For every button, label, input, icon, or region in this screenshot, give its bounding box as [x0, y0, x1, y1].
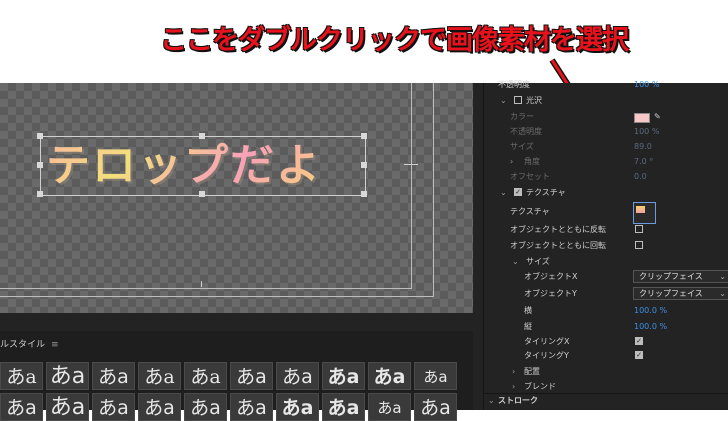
tiling-y-checkbox[interactable]: ✓ — [635, 351, 643, 359]
tiling-y-row: タイリングY ✓ — [524, 351, 643, 360]
style-swatch[interactable]: あa — [322, 393, 365, 421]
width-value[interactable]: 100.0 % — [634, 304, 667, 318]
effect-controls-panel: 不透明度 100 % ⌄ 光沢 カラー ✎ 不透明度 100 % サイズ 89.… — [483, 80, 728, 410]
transform-handle[interactable] — [361, 162, 367, 168]
hamburger-icon[interactable]: ≡ — [51, 340, 59, 350]
texture-checkbox[interactable]: ✓ — [514, 188, 522, 196]
object-x-row: オブジェクトX クリップフェイス ⌄ — [484, 270, 728, 284]
style-swatch[interactable]: あa — [368, 393, 411, 421]
chevron-down-icon[interactable]: ⌄ — [488, 394, 495, 408]
style-swatch[interactable]: あa — [184, 362, 227, 390]
color-swatch[interactable] — [634, 113, 650, 123]
styles-panel: ルスタイル ≡ あa あa あa あa あa あa あa あa あa あa あa … — [0, 331, 473, 421]
gloss-color-row: カラー ✎ — [484, 110, 728, 124]
style-swatch[interactable]: あa — [0, 362, 43, 390]
style-swatch[interactable]: あa — [414, 362, 457, 390]
style-swatch[interactable]: あa — [46, 393, 89, 421]
blend-row: › ブレンド — [484, 380, 728, 394]
style-swatch[interactable]: あa — [368, 362, 411, 390]
guide-tick — [404, 164, 418, 165]
style-swatch[interactable]: あa — [0, 393, 43, 421]
transform-handle[interactable] — [37, 162, 43, 168]
style-swatch[interactable]: あa — [276, 393, 319, 421]
eyedropper-icon[interactable]: ✎ — [654, 110, 661, 124]
object-y-row: オブジェクトY クリップフェイス ⌄ — [484, 287, 728, 301]
gloss-opacity-row: 不透明度 100 % — [510, 127, 660, 136]
height-row: 縦 100.0 % — [484, 320, 728, 334]
style-swatch-row: あa あa あa あa あa あa あa あa あa あa — [0, 362, 457, 390]
styles-panel-title: ルスタイル ≡ — [0, 340, 59, 350]
chevron-right-icon[interactable]: › — [510, 155, 513, 169]
style-swatch[interactable]: あa — [92, 393, 135, 421]
flip-with-object-checkbox[interactable] — [635, 225, 643, 233]
chevron-down-icon[interactable]: ⌄ — [500, 186, 507, 200]
height-value[interactable]: 100.0 % — [634, 320, 667, 334]
style-swatch-row: あa あa あa あa あa あa あa あa あa あa — [0, 393, 457, 421]
flip-with-object-row: オブジェクトとともに反転 — [484, 223, 728, 237]
opacity-row: 不透明度 100 % — [484, 78, 728, 92]
placement-row: › 配置 — [484, 365, 728, 379]
rotate-with-object-row: オブジェクトとともに回転 — [484, 239, 728, 253]
transform-handle[interactable] — [199, 191, 205, 197]
chevron-down-icon[interactable]: ⌄ — [500, 94, 507, 108]
width-row: 横 100.0 % — [484, 304, 728, 318]
transform-handle[interactable] — [361, 191, 367, 197]
chevron-down-icon[interactable]: ⌄ — [512, 255, 519, 269]
style-swatch[interactable]: あa — [46, 362, 89, 390]
size-section-row: ⌄ サイズ — [484, 255, 728, 269]
program-monitor[interactable]: テロップだよ テロップだよ — [0, 83, 473, 313]
transform-handle[interactable] — [37, 191, 43, 197]
transform-handle[interactable] — [199, 133, 205, 139]
gloss-size-row: サイズ 89.0 — [510, 142, 652, 151]
tiling-x-checkbox[interactable]: ✓ — [635, 337, 643, 345]
style-swatch[interactable]: あa — [184, 393, 227, 421]
style-swatch[interactable]: あa — [414, 393, 457, 421]
selection-box[interactable] — [40, 136, 366, 196]
premiere-window: テロップだよ テロップだよ ルスタイル≡ あa あa あa あa あa あa あ… — [0, 80, 728, 421]
transform-handle[interactable] — [37, 133, 43, 139]
style-swatch[interactable]: あa — [322, 362, 365, 390]
tiling-x-row: タイリングX ✓ — [524, 337, 643, 346]
stroke-row: ⌄ ストローク — [484, 394, 728, 408]
texture-image — [636, 206, 645, 213]
guide-tick — [201, 281, 202, 287]
texture-row: ⌄ ✓ テクスチャ — [484, 186, 728, 200]
chevron-down-icon: ⌄ — [719, 272, 726, 281]
gloss-offset-row: オフセット 0.0 — [510, 172, 647, 181]
object-x-dropdown[interactable]: クリップフェイス ⌄ — [633, 270, 728, 283]
texture-field-row: テクスチャ — [484, 202, 728, 224]
rotate-with-object-checkbox[interactable] — [635, 241, 643, 249]
gloss-checkbox[interactable] — [514, 96, 522, 104]
style-swatch[interactable]: あa — [138, 362, 181, 390]
transform-handle[interactable] — [361, 133, 367, 139]
object-y-dropdown[interactable]: クリップフェイス ⌄ — [633, 287, 728, 300]
chevron-right-icon[interactable]: › — [512, 365, 515, 379]
style-swatch[interactable]: あa — [230, 362, 273, 390]
style-swatch[interactable]: あa — [138, 393, 181, 421]
style-swatch[interactable]: あa — [276, 362, 319, 390]
gloss-row: ⌄ 光沢 — [484, 94, 728, 108]
chevron-down-icon: ⌄ — [719, 289, 726, 298]
style-swatch[interactable]: あa — [92, 362, 135, 390]
gloss-angle-row: › 角度 7.0 ° — [484, 155, 728, 169]
chevron-right-icon[interactable]: › — [512, 380, 515, 394]
opacity-value[interactable]: 100 % — [634, 78, 659, 92]
texture-thumbnail[interactable] — [633, 202, 656, 224]
style-swatch[interactable]: あa — [230, 393, 273, 421]
